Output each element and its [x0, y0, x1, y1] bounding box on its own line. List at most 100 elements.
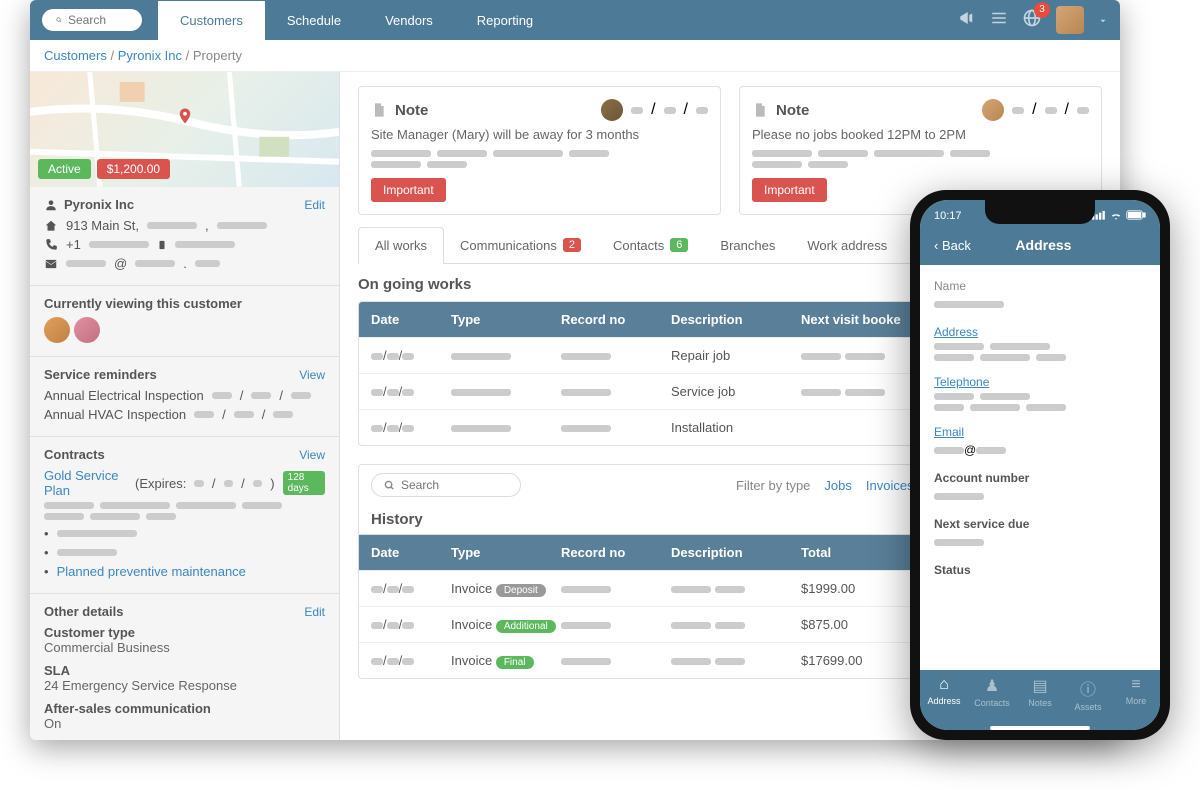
viewer-avatar-2[interactable]: [74, 317, 100, 343]
map[interactable]: Active $1,200.00: [30, 72, 339, 187]
notification-badge: 3: [1034, 2, 1050, 18]
th-type: Type: [451, 545, 561, 560]
global-search[interactable]: [42, 9, 142, 31]
row-total: $17699.00: [801, 653, 901, 668]
history-search-input[interactable]: [401, 478, 501, 492]
map-pin-icon: [176, 107, 194, 125]
sidebar: Active $1,200.00 Pyronix Inc Edit 913 Ma…: [30, 72, 340, 740]
edit-customer-link[interactable]: Edit: [304, 198, 325, 212]
price-badge: $1,200.00: [97, 159, 170, 179]
viewer-avatar-1[interactable]: [44, 317, 70, 343]
nav-vendors[interactable]: Vendors: [363, 1, 455, 40]
breadcrumb-item[interactable]: Pyronix Inc: [118, 48, 182, 63]
announcement-icon[interactable]: [958, 9, 976, 32]
status-badge: Active: [38, 159, 91, 179]
user-avatar[interactable]: [1056, 6, 1084, 34]
field-service-label: Next service due: [934, 517, 1146, 531]
nav-reporting[interactable]: Reporting: [455, 1, 555, 40]
important-button[interactable]: Important: [752, 178, 827, 202]
phone-prefix: +1: [66, 237, 81, 252]
contracts-section: ContractsView Gold Service Plan (Expires…: [30, 437, 339, 594]
note-text: Site Manager (Mary) will be away for 3 m…: [371, 127, 708, 142]
home-indicator: [990, 726, 1090, 730]
field-telephone-label[interactable]: Telephone: [934, 375, 1146, 389]
note-avatar: [601, 99, 623, 121]
phone-tab-contacts[interactable]: ♟Contacts: [968, 676, 1016, 712]
viewing-section: Currently viewing this customer: [30, 286, 339, 357]
field-account-label: Account number: [934, 471, 1146, 485]
document-icon: [752, 102, 768, 118]
phone-status-icons: [1092, 210, 1146, 223]
field-status-label: Status: [934, 563, 1146, 577]
history-search[interactable]: [371, 473, 521, 497]
field-name-label: Name: [934, 279, 1146, 293]
reminder-2: Annual HVAC Inspection: [44, 407, 186, 422]
field-email-label[interactable]: Email: [934, 425, 1146, 439]
customer-info: Pyronix Inc Edit 913 Main St, , +1: [30, 187, 339, 286]
tab-contacts[interactable]: Contacts6: [597, 227, 704, 263]
viewing-label: Currently viewing this customer: [44, 296, 325, 311]
row-desc: Service job: [671, 384, 801, 399]
phone-back-button[interactable]: ‹ Back: [934, 238, 971, 253]
reminders-title: Service reminders: [44, 367, 157, 382]
tab-branches[interactable]: Branches: [704, 227, 791, 263]
sla-value: 24 Emergency Service Response: [44, 678, 325, 693]
tab-work-address[interactable]: Work address: [791, 227, 903, 263]
phone-header: ‹ Back Address: [920, 227, 1160, 265]
note-card-1: Note // Site Manager (Mary) will be away…: [358, 86, 721, 215]
other-edit-link[interactable]: Edit: [304, 605, 325, 619]
nav-tabs: Customers Schedule Vendors Reporting: [158, 1, 555, 40]
address-text: 913 Main St,: [66, 218, 139, 233]
th-date: Date: [371, 545, 451, 560]
phone-tab-more[interactable]: ≡More: [1112, 676, 1160, 712]
nav-schedule[interactable]: Schedule: [265, 1, 363, 40]
phone-time: 10:17: [934, 210, 962, 223]
row-total: $1999.00: [801, 581, 901, 596]
comm-badge: 2: [563, 238, 581, 252]
customer-type-label: Customer type: [44, 625, 325, 640]
phone-tab-assets[interactable]: ⓘAssets: [1064, 676, 1112, 712]
days-badge: 128 days: [283, 471, 325, 495]
nav-customers[interactable]: Customers: [158, 1, 265, 40]
document-icon: [371, 102, 387, 118]
invoice-pill: Final: [496, 656, 534, 669]
expires-label: (Expires:: [135, 476, 186, 491]
row-desc: Repair job: [671, 348, 801, 363]
phone-icon: [44, 238, 58, 252]
after-sales-value: On: [44, 716, 325, 731]
important-button[interactable]: Important: [371, 178, 446, 202]
breadcrumb-root[interactable]: Customers: [44, 48, 107, 63]
tab-all-works[interactable]: All works: [358, 227, 444, 264]
other-title: Other details: [44, 604, 123, 619]
invoice-pill: Deposit: [496, 584, 546, 597]
chevron-down-icon[interactable]: [1098, 10, 1108, 31]
phone-tab-notes[interactable]: ▤Notes: [1016, 676, 1064, 712]
breadcrumb: Customers / Pyronix Inc / Property: [30, 40, 1120, 72]
contract-plan-link[interactable]: Gold Service Plan: [44, 468, 127, 498]
note-title: Note: [395, 102, 428, 119]
after-sales-label: After-sales communication: [44, 701, 325, 716]
search-input[interactable]: [68, 13, 128, 27]
ppm-link[interactable]: Planned preventive maintenance: [57, 564, 246, 579]
filter-invoices[interactable]: Invoices: [866, 478, 914, 493]
row-total: $875.00: [801, 617, 901, 632]
contracts-view-link[interactable]: View: [299, 448, 325, 462]
reminders-view-link[interactable]: View: [299, 368, 325, 382]
filter-jobs[interactable]: Jobs: [824, 478, 851, 493]
phone-tab-address[interactable]: ⌂Address: [920, 676, 968, 712]
credit-days-label: Credit days: [44, 739, 325, 740]
search-icon: [384, 480, 395, 491]
field-address-label[interactable]: Address: [934, 325, 1146, 339]
globe-icon[interactable]: 3: [1022, 8, 1042, 33]
topbar: Customers Schedule Vendors Reporting 3: [30, 0, 1120, 40]
phone-title: Address: [1015, 237, 1101, 253]
th-total: Total: [801, 545, 901, 560]
filter-label: Filter by type: [736, 478, 810, 493]
contacts-badge: 6: [670, 238, 688, 252]
person-icon: [44, 198, 58, 212]
tab-communications[interactable]: Communications2: [444, 227, 597, 263]
note-text: Please no jobs booked 12PM to 2PM: [752, 127, 1089, 142]
th-date: Date: [371, 312, 451, 327]
list-icon[interactable]: [990, 9, 1008, 32]
phone-body: Name Address Telephone Email@ Account nu…: [920, 265, 1160, 670]
